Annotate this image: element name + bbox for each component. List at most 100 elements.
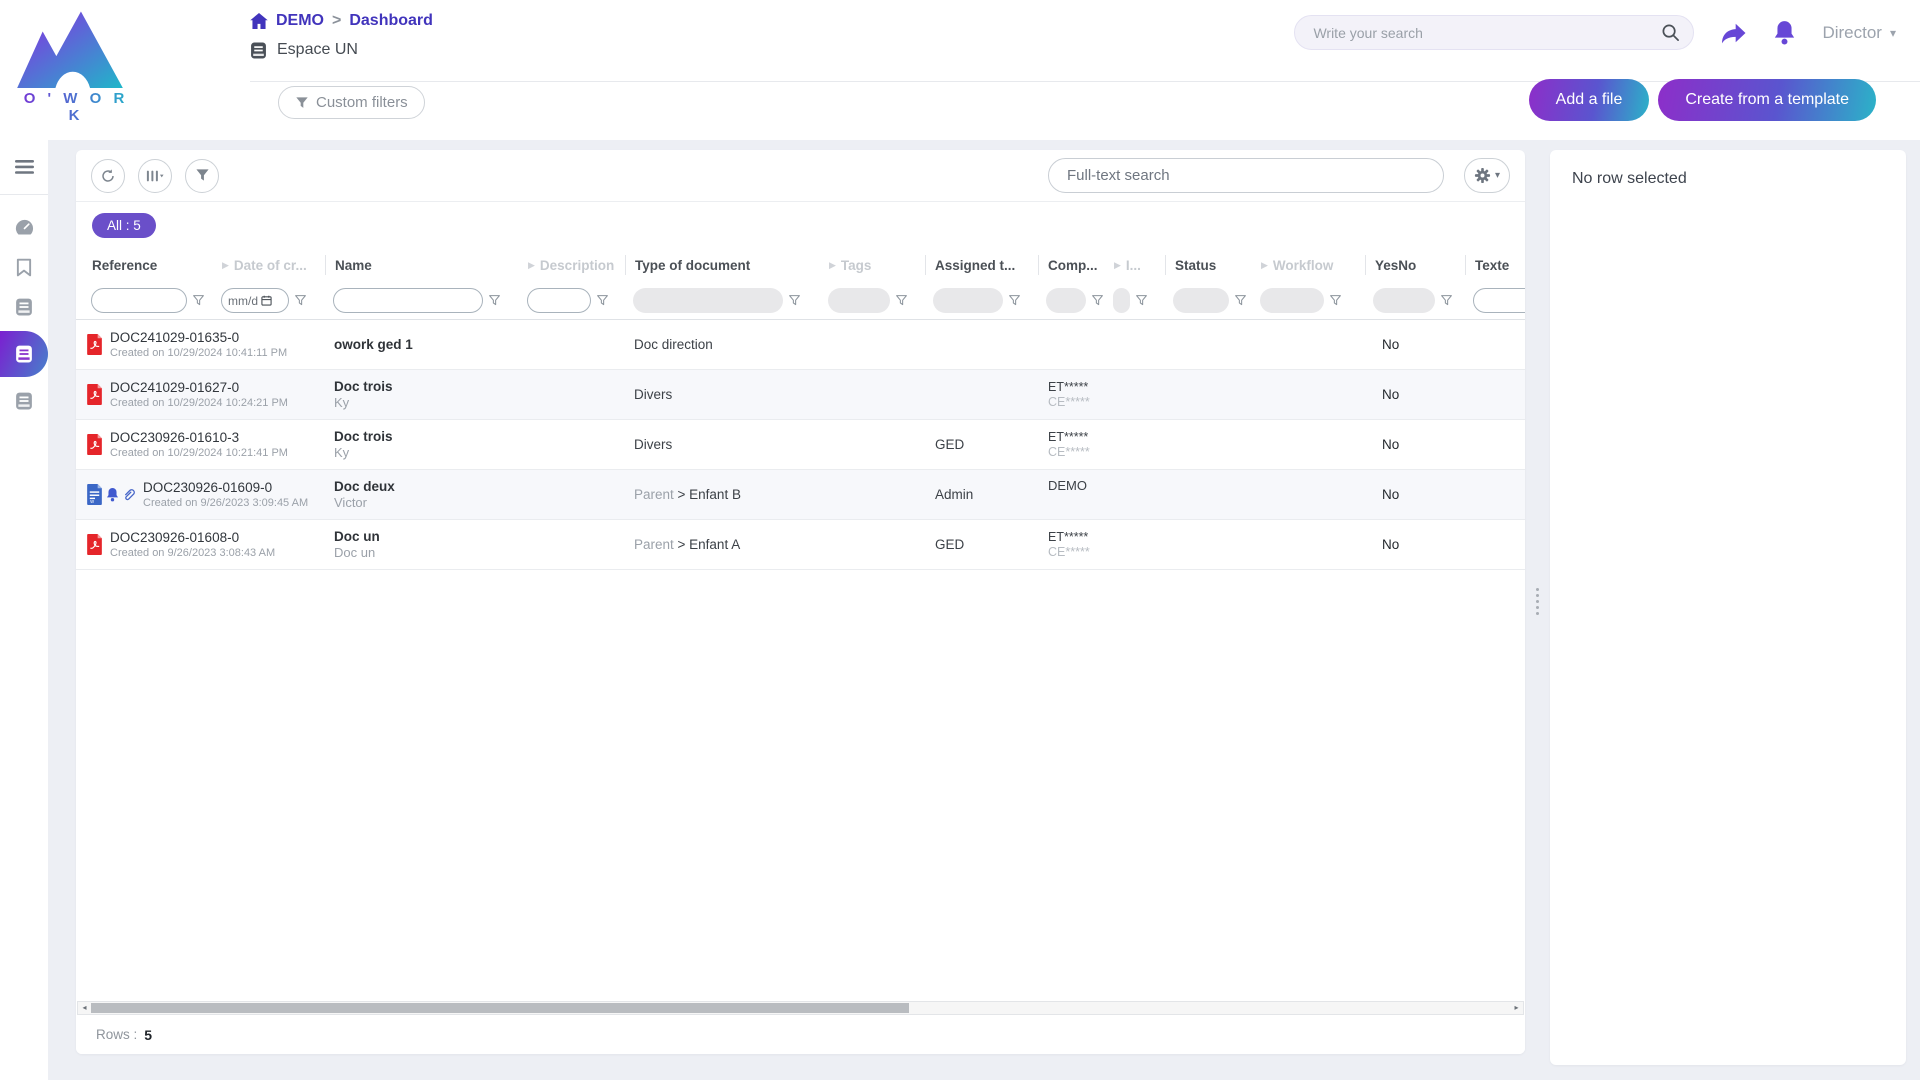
- filter-funnel-icon[interactable]: [488, 294, 501, 307]
- col-header-workflow[interactable]: ▶Workflow: [1252, 255, 1365, 275]
- filter-funnel-icon[interactable]: [788, 294, 801, 307]
- filter-name-input[interactable]: [333, 288, 483, 313]
- scrollbar-thumb[interactable]: [91, 1003, 909, 1013]
- table-grid: Reference ▶Date of cr... Name ▶Descripti…: [76, 248, 1525, 570]
- col-header-name[interactable]: Name: [325, 255, 519, 275]
- row-reference: DOC230926-01609-0: [143, 480, 308, 495]
- user-role-menu[interactable]: Director ▾: [1822, 23, 1896, 43]
- panel-resize-handle[interactable]: [1534, 588, 1540, 615]
- filter-company-disabled: [1046, 288, 1086, 313]
- col-header-type-of-document[interactable]: Type of document: [625, 255, 820, 275]
- home-icon[interactable]: [250, 13, 268, 29]
- col-header-description[interactable]: ▶Description: [519, 255, 625, 275]
- table-settings-button[interactable]: ▾: [1464, 158, 1510, 193]
- filter-date-input[interactable]: mm/d: [221, 288, 289, 313]
- refresh-button[interactable]: [91, 159, 125, 193]
- filter-status-disabled: [1173, 288, 1229, 313]
- filter-texte-input[interactable]: [1473, 288, 1525, 313]
- create-from-template-button[interactable]: Create from a template: [1658, 79, 1876, 121]
- filter-funnel-icon[interactable]: [1234, 294, 1247, 307]
- row-reference: DOC230926-01608-0: [110, 530, 275, 545]
- filter-description-input[interactable]: [527, 288, 591, 313]
- refresh-icon: [100, 168, 116, 184]
- rows-label: Rows :: [96, 1027, 137, 1042]
- sidebar-item-bookmarks[interactable]: [0, 247, 48, 287]
- col-header-yesno[interactable]: YesNo: [1365, 255, 1465, 275]
- column-expand-icon: ▶: [528, 261, 535, 270]
- sidebar-item-space-2-active[interactable]: [0, 331, 48, 377]
- row-created-date: Created on 10/29/2024 10:41:11 PM: [110, 347, 287, 359]
- row-yesno: No: [1365, 387, 1465, 402]
- row-name: owork ged 1: [334, 337, 519, 352]
- row-name: Doc trois: [334, 379, 519, 394]
- col-header-company[interactable]: Comp...: [1038, 255, 1105, 275]
- row-type: Divers: [625, 387, 820, 402]
- filter-funnel-icon[interactable]: [596, 294, 609, 307]
- row-created-date: Created on 10/29/2024 10:24:21 PM: [110, 397, 288, 409]
- table-row[interactable]: DOC241029-01635-0 Created on 10/29/2024 1…: [76, 320, 1525, 370]
- col-header-status[interactable]: Status: [1165, 255, 1252, 275]
- filter-funnel-icon[interactable]: [1440, 294, 1453, 307]
- columns-button[interactable]: [138, 159, 172, 193]
- filter-reference-input[interactable]: [91, 288, 187, 313]
- row-yesno: No: [1365, 437, 1465, 452]
- table-row[interactable]: DOC230926-01610-3Created on 10/29/2024 1…: [76, 420, 1525, 470]
- table-row[interactable]: DOC230926-01608-0 Created on 9/26/2023 3:…: [76, 520, 1525, 570]
- breadcrumb-current[interactable]: Dashboard: [349, 12, 433, 30]
- breadcrumb-separator: >: [332, 12, 341, 30]
- row-created-date: Created on 10/29/2024 10:21:41 PM: [110, 447, 288, 459]
- filter-workflow-disabled: [1260, 288, 1324, 313]
- scroll-left-icon[interactable]: ◂: [78, 1002, 91, 1014]
- row-name-sub: Doc un: [334, 545, 519, 560]
- breadcrumb: DEMO > Dashboard Espace UN: [250, 12, 433, 59]
- row-reference: DOC241029-01627-0: [110, 380, 288, 395]
- funnel-icon: [195, 168, 210, 183]
- col-header-reference[interactable]: Reference: [76, 255, 213, 275]
- row-type: Divers: [625, 437, 820, 452]
- sidebar-item-space-3[interactable]: [0, 381, 48, 421]
- scroll-right-icon[interactable]: ▸: [1510, 1002, 1523, 1014]
- col-header-texte[interactable]: Texte: [1465, 255, 1525, 275]
- sidebar-toggle-button[interactable]: [0, 148, 48, 186]
- filter-funnel-icon[interactable]: [1329, 294, 1342, 307]
- row-reference: DOC241029-01635-0: [110, 330, 287, 345]
- custom-filters-button[interactable]: Custom filters: [278, 86, 425, 119]
- rows-count: 5: [144, 1027, 152, 1043]
- filter-funnel-icon[interactable]: [895, 294, 908, 307]
- documents-table-card: ▾ All : 5 Reference ▶Date of cr... Name …: [76, 150, 1525, 1054]
- scrollbar-track[interactable]: [91, 1002, 1510, 1014]
- share-forward-icon[interactable]: [1720, 21, 1747, 45]
- sidebar-item-space-1[interactable]: [0, 287, 48, 327]
- fulltext-search: [1048, 158, 1444, 193]
- table-row[interactable]: DOC241029-01627-0 Created on 10/29/2024 1…: [76, 370, 1525, 420]
- search-icon[interactable]: [1661, 23, 1680, 42]
- table-row[interactable]: w DOC230926-01609-0Created on 9/26/2023 …: [76, 470, 1525, 520]
- global-search-input[interactable]: [1294, 15, 1694, 50]
- filter-funnel-icon[interactable]: [294, 294, 307, 307]
- filter-funnel-icon[interactable]: [192, 294, 205, 307]
- filter-funnel-icon[interactable]: [1008, 294, 1021, 307]
- col-header-assigned-to[interactable]: Assigned t...: [925, 255, 1038, 275]
- app-logo[interactable]: O ' W O R K: [14, 6, 138, 124]
- filter-funnel-icon[interactable]: [1091, 294, 1104, 307]
- row-company: ET*****CE*****: [1038, 430, 1165, 459]
- tab-all-count[interactable]: All : 5: [92, 213, 156, 238]
- notifications-bell-icon[interactable]: [1773, 20, 1796, 45]
- breadcrumb-home[interactable]: DEMO: [276, 12, 324, 30]
- filter-button[interactable]: [185, 159, 219, 193]
- row-company: ET*****CE*****: [1038, 380, 1165, 409]
- row-type: Parent > Enfant B: [625, 487, 820, 502]
- fulltext-search-input[interactable]: [1048, 158, 1444, 193]
- row-name: Doc trois: [334, 429, 519, 444]
- add-file-button[interactable]: Add a file: [1529, 79, 1650, 121]
- horizontal-scrollbar[interactable]: ◂ ▸: [77, 1001, 1524, 1015]
- sidebar-item-dashboard[interactable]: [0, 207, 48, 247]
- paperclip-icon: [122, 487, 136, 502]
- col-header-i[interactable]: ▶I...: [1105, 255, 1165, 275]
- table-footer: Rows : 5: [76, 1015, 1525, 1054]
- table-header-row: Reference ▶Date of cr... Name ▶Descripti…: [76, 248, 1525, 282]
- col-header-date-of-creation[interactable]: ▶Date of cr...: [213, 255, 325, 275]
- filter-funnel-icon[interactable]: [1135, 294, 1148, 307]
- row-created-date: Created on 9/26/2023 3:08:43 AM: [110, 547, 275, 559]
- col-header-tags[interactable]: ▶Tags: [820, 255, 925, 275]
